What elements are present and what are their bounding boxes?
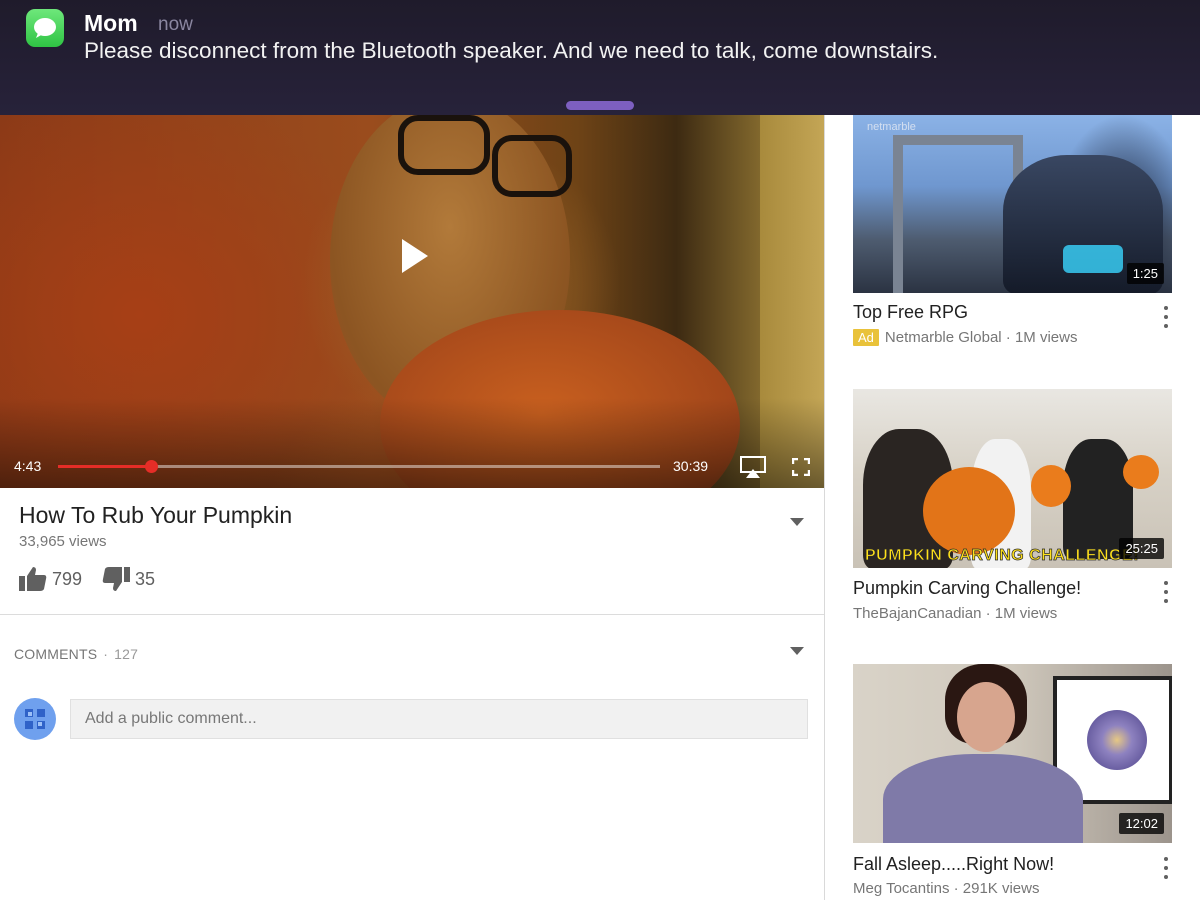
total-time: 30:39 (673, 458, 709, 474)
video-frame-detail (398, 115, 490, 175)
rating-bar: 799 35 (19, 566, 175, 592)
thumbnail-art (883, 754, 1083, 843)
thumbnail-brand-text: netmarble (867, 121, 916, 133)
thumbnail-art (1087, 710, 1147, 770)
more-options-icon[interactable] (1160, 857, 1172, 879)
scrubber-handle[interactable] (144, 460, 158, 473)
ad-badge: Ad (853, 329, 879, 346)
thumbnail-art (923, 467, 1015, 555)
comment-input[interactable] (70, 699, 808, 739)
notification-grabber-handle[interactable] (566, 101, 634, 110)
expand-comments-chevron-icon[interactable] (790, 647, 804, 655)
more-options-icon[interactable] (1160, 306, 1172, 328)
progress-bar[interactable] (58, 460, 660, 473)
thumbnail-art (1063, 245, 1123, 273)
play-icon[interactable] (402, 239, 428, 273)
dislike-count: 35 (135, 568, 156, 589)
messages-icon (26, 9, 64, 47)
comments-count: 127 (114, 646, 139, 662)
more-options-icon[interactable] (1160, 581, 1172, 603)
comments-label: COMMENTS (14, 646, 98, 662)
related-video-meta: TheBajanCanadian · 1M views (853, 605, 1058, 622)
notification-message: Please disconnect from the Bluetooth spe… (84, 38, 939, 63)
related-video-title[interactable]: Top Free RPG (853, 302, 968, 323)
comments-separator: · (103, 646, 109, 662)
view-count: 33,965 views (19, 533, 107, 550)
related-video-title[interactable]: Fall Asleep.....Right Now! (853, 854, 1054, 875)
related-video-title[interactable]: Pumpkin Carving Challenge! (853, 578, 1081, 599)
video-duration: 12:02 (1119, 813, 1164, 834)
video-frame-detail (492, 135, 572, 197)
message-notification[interactable]: Mom now Please disconnect from the Bluet… (0, 0, 1200, 115)
player-controls-gradient (0, 398, 825, 488)
thumbnail-art (1031, 465, 1071, 507)
airplay-icon[interactable] (740, 456, 766, 478)
video-thumbnail[interactable]: 12:02 (853, 664, 1172, 843)
video-thumbnail[interactable]: netmarble 1:25 (853, 115, 1172, 293)
divider (0, 614, 824, 615)
video-title: How To Rub Your Pumpkin (19, 502, 293, 528)
thumbs-down-icon[interactable] (102, 566, 131, 592)
related-video-meta: Meg Tocantins · 291K views (853, 880, 1040, 897)
channel-views: Netmarble Global · 1M views (884, 329, 1078, 346)
video-player[interactable]: 4:43 30:39 (0, 115, 825, 488)
like-count: 799 (52, 568, 83, 589)
notification-sender: Mom (84, 10, 138, 36)
thumbnail-caption: PUMPKIN CARVING CHALLENGE! (865, 547, 1140, 565)
video-thumbnail[interactable]: PUMPKIN CARVING CHALLENGE! 25:25 (853, 389, 1172, 568)
column-divider (824, 115, 825, 900)
comments-header: COMMENTS · 127 (14, 646, 138, 662)
video-duration: 1:25 (1126, 263, 1164, 284)
thumbnail-art (957, 682, 1015, 752)
video-duration: 25:25 (1119, 538, 1164, 559)
expand-description-chevron-icon[interactable] (790, 518, 804, 526)
related-video-meta: Ad Netmarble Global · 1M views (853, 329, 1077, 346)
progress-bar-fill (58, 465, 151, 468)
avatar[interactable] (14, 698, 56, 740)
notification-time: now (158, 14, 193, 35)
fullscreen-icon[interactable] (791, 457, 811, 477)
thumbs-up-icon[interactable] (19, 566, 47, 592)
thumbnail-art (1123, 455, 1159, 489)
current-time: 4:43 (14, 458, 42, 474)
